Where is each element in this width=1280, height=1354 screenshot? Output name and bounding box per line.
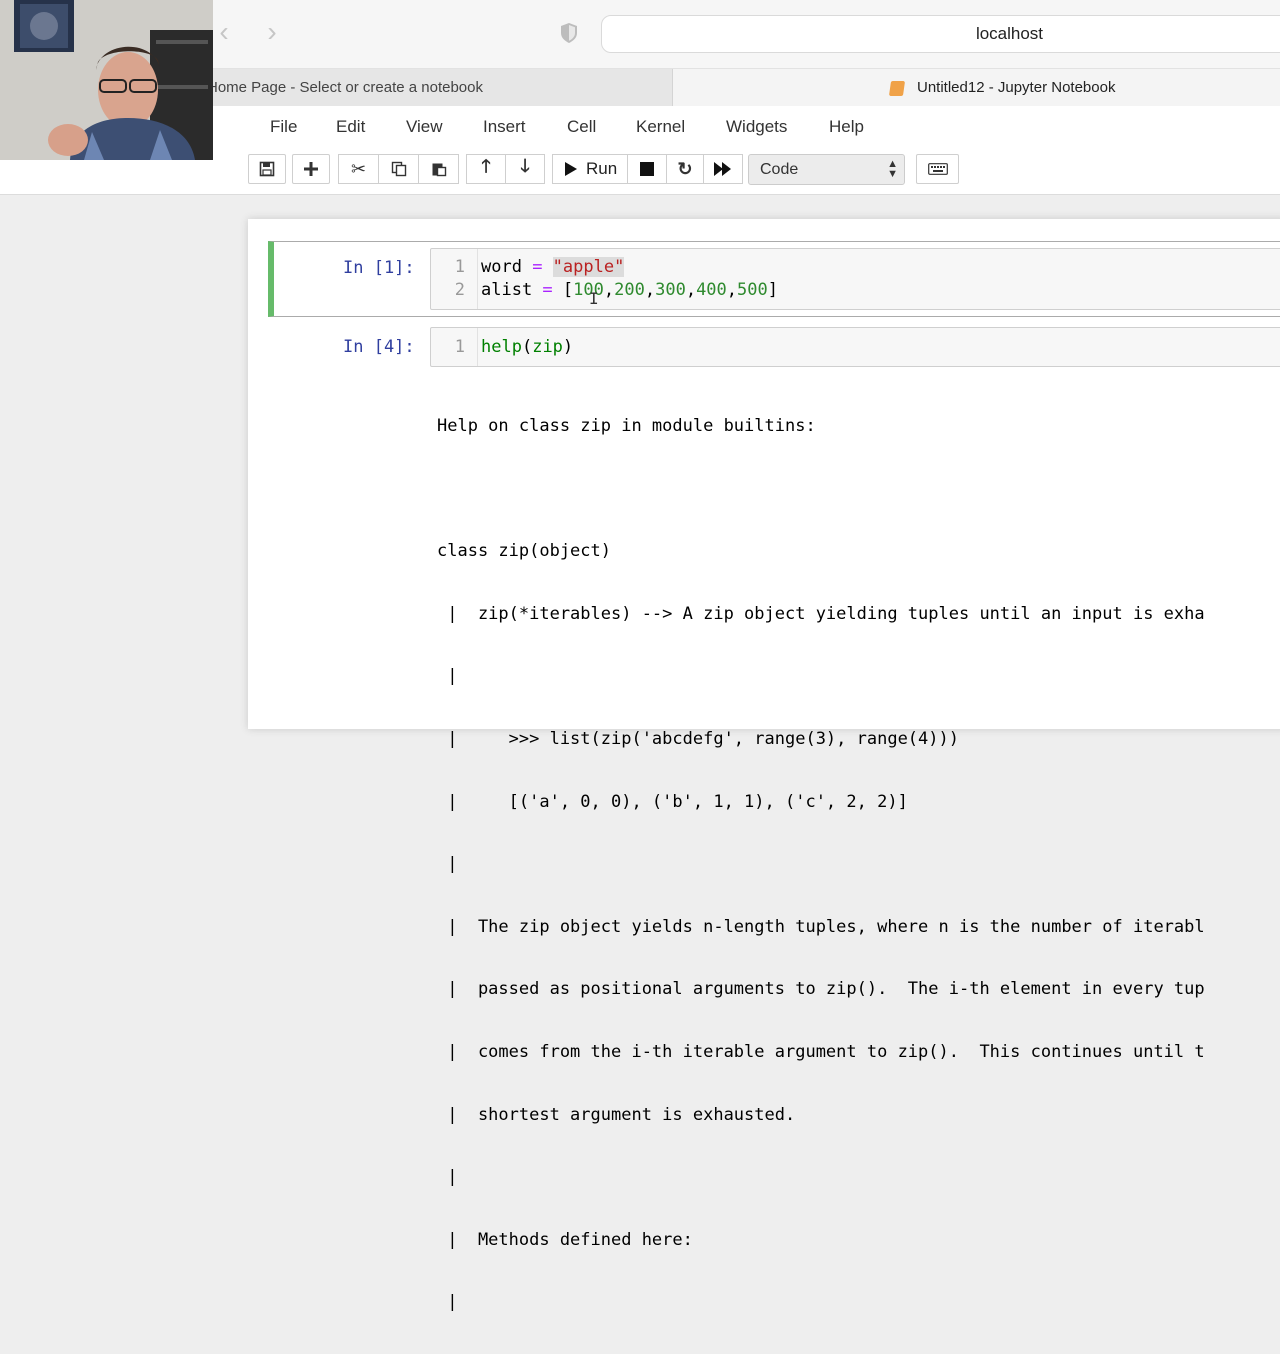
output-line: | shortest argument is exhausted. <box>437 1104 796 1125</box>
restart-icon: ↻ <box>677 158 693 179</box>
interrupt-button[interactable] <box>627 154 667 184</box>
insert-cell-button[interactable] <box>292 154 330 184</box>
output-line: | Methods defined here: <box>437 1229 693 1250</box>
cell-type-value: Code <box>760 161 799 178</box>
move-down-button[interactable]: 🡓 <box>505 154 545 184</box>
code-line: alist = [100,200,300,400,500] <box>481 280 778 300</box>
menu-view[interactable]: View <box>406 117 443 137</box>
output-line: | <box>437 1167 458 1188</box>
copy-icon <box>391 161 406 177</box>
restart-button[interactable]: ↻ <box>666 154 704 184</box>
menu-widgets[interactable]: Widgets <box>726 117 787 137</box>
arrow-down-icon: 🡓 <box>520 156 530 176</box>
play-icon <box>565 162 577 176</box>
output-line: | >>> list(zip('abcdefg', range(3), rang… <box>437 728 959 749</box>
address-text: localhost <box>975 24 1044 43</box>
cell-output: Help on class zip in module builtins: cl… <box>437 375 1205 1354</box>
menu-bar: File Edit View Insert Cell Kernel Widget… <box>248 106 1280 146</box>
code-line: word = "apple" <box>481 257 625 277</box>
output-line: Help on class zip in module builtins: <box>437 416 816 436</box>
tab-label: Untitled12 - Jupyter Notebook <box>917 79 1116 96</box>
plus-icon <box>304 162 318 176</box>
webcam-overlay <box>0 0 213 160</box>
presenter-video <box>0 0 213 160</box>
output-line: | The zip object yields n-length tuples,… <box>437 916 1205 937</box>
line-number: 2 <box>454 280 465 300</box>
menu-edit[interactable]: Edit <box>336 117 365 137</box>
save-icon <box>259 161 275 177</box>
move-up-button[interactable]: 🡑 <box>466 154 506 184</box>
notebook-container: In [1]: 1 2 word = "apple" alist = [100,… <box>248 219 1280 1312</box>
cut-button[interactable]: ✂ <box>338 154 379 184</box>
output-line: | <box>437 854 458 875</box>
output-line: | passed as positional arguments to zip(… <box>437 979 1205 1000</box>
text-cursor-icon: I <box>589 289 599 308</box>
code-editor[interactable]: 1 help(zip) <box>430 327 1280 367</box>
copy-button[interactable] <box>378 154 419 184</box>
code-editor[interactable]: 1 2 word = "apple" alist = [100,200,300,… <box>430 248 1280 310</box>
line-number: 1 <box>454 257 465 277</box>
output-line: | <box>437 1292 458 1313</box>
output-line: class zip(object) <box>437 541 611 562</box>
line-number: 1 <box>454 337 465 357</box>
code-line: help(zip) <box>481 337 574 357</box>
forward-icon[interactable]: › <box>260 18 284 48</box>
run-label: Run <box>586 159 618 178</box>
notebook-icon <box>888 81 906 96</box>
select-arrows-icon: ▲ ▼ <box>887 158 898 180</box>
run-button[interactable]: Run <box>552 154 628 184</box>
command-palette-button[interactable] <box>916 154 959 184</box>
output-line: | <box>437 666 458 687</box>
input-prompt: In [4]: <box>343 337 415 357</box>
scissors-icon: ✂ <box>350 158 367 179</box>
fast-forward-icon <box>714 162 731 176</box>
input-prompt: In [1]: <box>343 258 415 278</box>
tab-label: Home Page - Select or create a notebook <box>207 79 483 96</box>
paste-icon <box>432 163 446 177</box>
arrow-up-icon: 🡑 <box>481 156 491 176</box>
output-line: | [('a', 0, 0), ('b', 1, 1), ('c', 2, 2)… <box>437 791 908 812</box>
restart-run-all-button[interactable] <box>703 154 743 184</box>
stop-icon <box>640 162 654 176</box>
paste-button[interactable] <box>418 154 459 184</box>
back-icon[interactable]: ‹ <box>212 18 236 48</box>
address-bar[interactable]: localhost <box>601 15 1280 53</box>
menu-file[interactable]: File <box>270 117 297 137</box>
cell-type-select[interactable]: Code ▲ ▼ <box>748 154 905 185</box>
menu-insert[interactable]: Insert <box>483 117 526 137</box>
keyboard-icon <box>927 163 948 175</box>
menu-cell[interactable]: Cell <box>567 117 596 137</box>
output-line: | zip(*iterables) --> A zip object yield… <box>437 603 1205 624</box>
save-button[interactable] <box>248 154 286 184</box>
output-line: | comes from the i-th iterable argument … <box>437 1041 1205 1062</box>
menu-kernel[interactable]: Kernel <box>636 117 685 137</box>
shield-icon[interactable] <box>559 22 579 44</box>
menu-help[interactable]: Help <box>829 117 864 137</box>
